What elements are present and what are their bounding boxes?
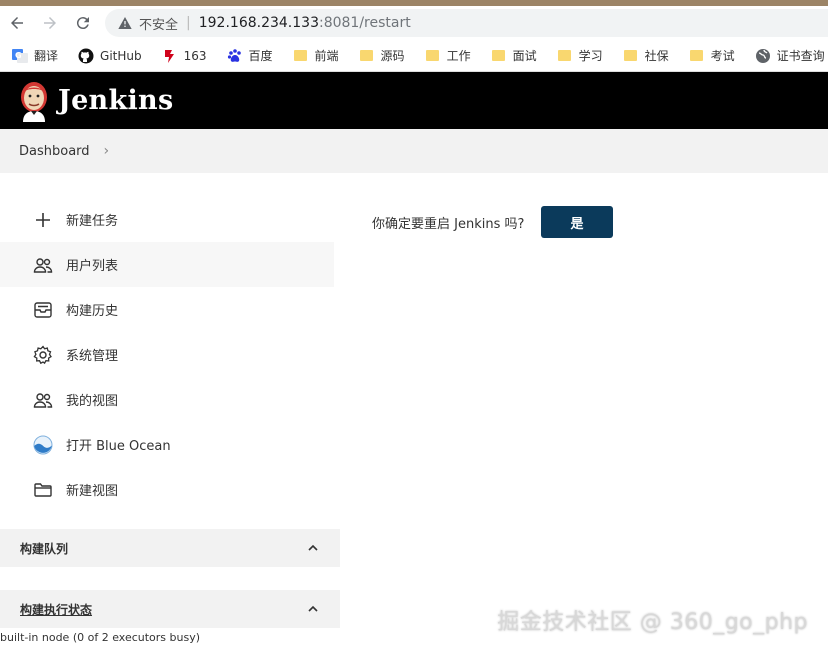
github-icon	[78, 48, 94, 64]
bookmark-folder-work[interactable]: 工作	[425, 47, 471, 64]
jenkins-header: Jenkins	[0, 72, 828, 129]
bookmark-folder-exam[interactable]: 考试	[689, 47, 735, 64]
netease-icon	[162, 48, 178, 64]
baidu-icon	[227, 48, 243, 64]
bookmark-baidu[interactable]: 百度	[227, 47, 273, 64]
breadcrumb: Dashboard ›	[0, 129, 828, 173]
task-build-history[interactable]: 构建历史	[0, 287, 340, 332]
bookmark-label: 翻译	[34, 49, 59, 63]
folder-icon	[623, 48, 639, 64]
bookmark-folder-interview[interactable]: 面试	[491, 47, 537, 64]
task-label: 构建历史	[66, 304, 119, 319]
folder-icon	[557, 48, 573, 64]
bookmark-folder-frontend[interactable]: 前端	[293, 47, 339, 64]
bookmark-label: 前端	[314, 49, 339, 63]
task-manage-jenkins[interactable]: 系统管理	[0, 332, 340, 377]
reload-button[interactable]	[67, 7, 99, 39]
bookmark-163[interactable]: 163	[162, 48, 207, 64]
browser-toolbar: 不安全 | 192.168.234.133:8081/restart	[0, 6, 828, 40]
task-new-item[interactable]: 新建任务	[0, 197, 340, 242]
task-open-blue-ocean[interactable]: 打开 Blue Ocean	[0, 422, 340, 467]
bookmark-label: 学习	[578, 49, 603, 63]
forward-button[interactable]	[34, 7, 66, 39]
folder-icon	[293, 48, 309, 64]
executors-header[interactable]: 构建执行状态	[0, 590, 340, 628]
chevron-up-icon[interactable]	[306, 541, 320, 555]
back-arrow-icon	[11, 17, 23, 29]
executors-title[interactable]: 构建执行状态	[20, 601, 92, 618]
back-button[interactable]	[1, 7, 33, 39]
history-icon	[32, 299, 54, 321]
blue-ocean-icon	[32, 434, 54, 456]
omnibox-separator: |	[186, 15, 191, 31]
url-path: :8081/restart	[318, 15, 411, 31]
task-people[interactable]: 用户列表	[0, 242, 334, 287]
executor-status[interactable]: built-in node (0 of 2 executors busy)	[0, 631, 200, 644]
task-new-view[interactable]: 新建视图	[0, 467, 340, 512]
folder-icon	[491, 48, 507, 64]
bookmark-label: 163	[183, 48, 207, 63]
chevron-up-icon[interactable]	[306, 602, 320, 616]
task-my-views[interactable]: 我的视图	[0, 377, 340, 422]
sidebar: 新建任务 用户列表 构建历史 系统管理 我的视图 打开 Blue Ocean 新…	[0, 175, 340, 512]
task-label: 新建任务	[66, 214, 119, 229]
users-icon	[32, 389, 54, 411]
bookmark-translate[interactable]: G 翻译	[12, 47, 58, 64]
bookmark-label: GitHub	[100, 48, 142, 63]
restart-question: 你确定要重启 Jenkins 吗?	[372, 217, 525, 232]
globe-icon	[755, 48, 771, 64]
bookmark-label: 社保	[644, 49, 669, 63]
bookmarks-bar: G 翻译 GitHub 163 百度 前端 源码 工作 面试 学习 社保 考试	[0, 40, 828, 72]
task-label: 打开 Blue Ocean	[66, 439, 171, 454]
build-queue-title: 构建队列	[20, 541, 69, 556]
plus-icon	[32, 209, 54, 231]
url-host: 192.168.234.133	[198, 15, 319, 31]
chevron-right-icon[interactable]: ›	[104, 143, 110, 159]
task-label: 用户列表	[66, 259, 119, 274]
bookmark-cert-query[interactable]: 证书查询	[755, 47, 825, 64]
users-icon	[32, 254, 54, 276]
folder-icon	[32, 479, 54, 501]
watermark: 掘金技术社区 @ 360_go_php	[497, 610, 808, 635]
address-bar[interactable]: 不安全 | 192.168.234.133:8081/restart	[105, 9, 828, 37]
folder-icon	[425, 48, 441, 64]
translate-icon: G	[12, 48, 28, 64]
bookmark-folder-social-security[interactable]: 社保	[623, 47, 669, 64]
task-label: 系统管理	[66, 349, 119, 364]
build-queue-header[interactable]: 构建队列	[0, 529, 340, 567]
insecure-label: 不安全	[139, 17, 179, 33]
bookmark-label: 面试	[512, 49, 537, 63]
bookmark-label: 百度	[248, 49, 273, 63]
bookmark-label: 证书查询	[776, 49, 825, 63]
jenkins-butler-icon[interactable]	[18, 80, 50, 122]
app-title[interactable]: Jenkins	[58, 85, 173, 116]
confirm-restart-button[interactable]: 是	[541, 206, 613, 238]
bookmark-folder-source[interactable]: 源码	[359, 47, 405, 64]
forward-arrow-icon	[44, 17, 56, 29]
warning-icon	[118, 17, 132, 29]
task-label: 新建视图	[66, 484, 119, 499]
breadcrumb-dashboard[interactable]: Dashboard	[19, 144, 90, 159]
task-list: 新建任务 用户列表 构建历史 系统管理 我的视图 打开 Blue Ocean 新…	[0, 175, 340, 512]
reload-icon	[76, 17, 89, 30]
folder-icon	[689, 48, 705, 64]
task-label: 我的视图	[66, 394, 119, 409]
bookmark-label: 工作	[446, 49, 471, 63]
bookmark-label: 考试	[710, 49, 735, 63]
svg-text:G: G	[15, 51, 22, 60]
bookmark-github[interactable]: GitHub	[78, 48, 142, 64]
bookmark-label: 源码	[380, 49, 405, 63]
gear-icon	[32, 344, 54, 366]
folder-icon	[359, 48, 375, 64]
bookmark-folder-study[interactable]: 学习	[557, 47, 603, 64]
